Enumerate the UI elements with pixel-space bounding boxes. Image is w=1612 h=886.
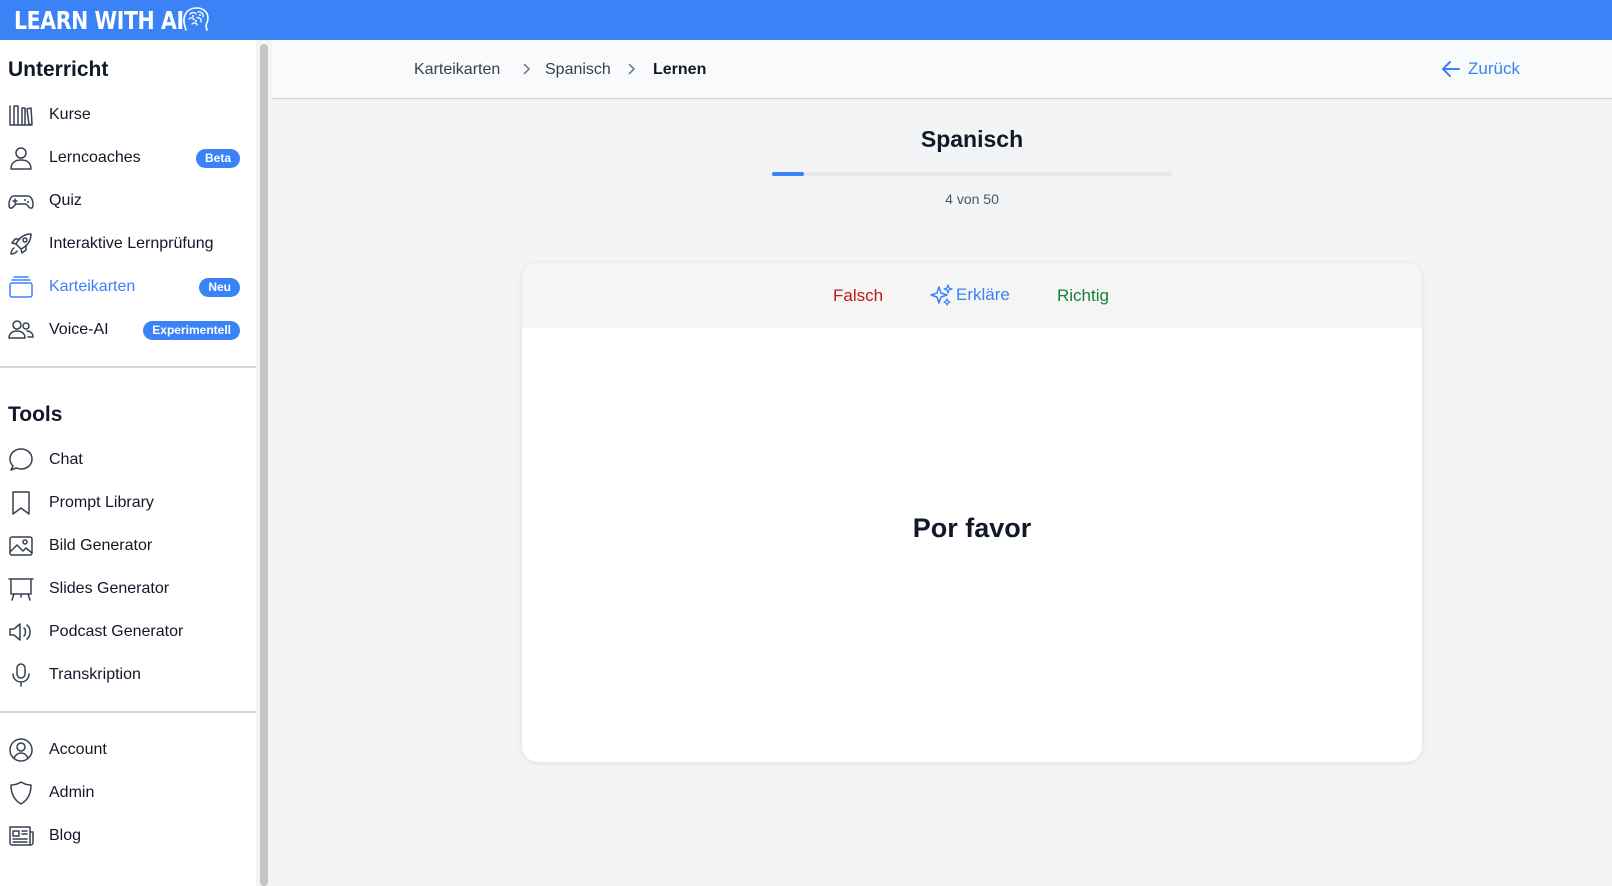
sidebar-item-chat[interactable]: Chat (0, 440, 256, 480)
wrong-button[interactable]: Falsch (833, 286, 883, 306)
sidebar-item-label: Account (49, 741, 107, 758)
progress-fill (772, 172, 804, 176)
new-badge: Neu (199, 278, 240, 297)
breadcrumb-karteikarten[interactable]: Karteikarten (414, 61, 500, 79)
sidebar-item-account[interactable]: Account (0, 730, 256, 770)
back-button[interactable]: Zurück (1440, 58, 1520, 80)
brain-head-icon (183, 7, 209, 31)
shield-icon (8, 780, 34, 806)
sidebar: Unterricht Kurse Lerncoaches Beta Quiz I… (0, 40, 256, 886)
presentation-icon (8, 576, 34, 602)
back-label: Zurück (1468, 59, 1520, 78)
flashcard-word: Por favor (912, 513, 1032, 543)
sidebar-item-label: Podcast Generator (49, 623, 184, 640)
sidebar-item-label: Voice-AI (49, 321, 109, 338)
sidebar-item-quiz[interactable]: Quiz (0, 181, 256, 221)
sidebar-item-karteikarten[interactable]: Karteikarten Neu (0, 267, 256, 307)
card-actions: Falsch Erkläre Richtig (522, 263, 1422, 328)
chat-icon (8, 447, 34, 473)
sidebar-item-podcast-generator[interactable]: Podcast Generator (0, 612, 256, 652)
breadcrumb-bar: Karteikarten Spanisch Lernen Zurück (272, 40, 1612, 99)
card-stack-icon (8, 274, 34, 300)
bookmark-icon (8, 490, 34, 516)
section-title-lessons: Unterricht (8, 58, 109, 81)
user-icon (8, 145, 34, 171)
chevron-right-icon (628, 63, 636, 75)
sidebar-item-admin[interactable]: Admin (0, 773, 256, 813)
sidebar-item-label: Prompt Library (49, 494, 154, 511)
sidebar-item-label: Interaktive Lernprüfung (49, 235, 214, 252)
users-icon (8, 317, 34, 343)
sidebar-item-label: Chat (49, 451, 83, 468)
sidebar-item-label: Bild Generator (49, 537, 153, 554)
sidebar-item-slides-generator[interactable]: Slides Generator (0, 569, 256, 609)
top-bar: LEARN WITH AI (0, 0, 1612, 40)
sidebar-item-blog[interactable]: Blog (0, 816, 256, 856)
sidebar-item-label: Slides Generator (49, 580, 170, 597)
user-circle-icon (8, 737, 34, 763)
app-logo[interactable]: LEARN WITH AI (14, 6, 184, 35)
sidebar-divider (0, 711, 256, 713)
image-icon (8, 533, 34, 559)
explain-label: Erkläre (956, 285, 1010, 304)
sidebar-item-label: Lerncoaches (49, 149, 141, 166)
progress-text: 4 von 50 (945, 191, 999, 207)
sidebar-item-transkription[interactable]: Transkription (0, 655, 256, 695)
sidebar-divider (0, 366, 256, 368)
sidebar-item-lerncoaches[interactable]: Lerncoaches Beta (0, 138, 256, 178)
breadcrumb-lernen: Lernen (653, 61, 707, 78)
right-button[interactable]: Richtig (1057, 286, 1109, 306)
progress-bar (772, 172, 1172, 176)
deck-title: Spanisch (920, 126, 1024, 152)
sidebar-item-label: Blog (49, 827, 82, 844)
sidebar-item-lernpruefung[interactable]: Interaktive Lernprüfung (0, 224, 256, 264)
microphone-icon (8, 662, 34, 688)
explain-button[interactable]: Erkläre (929, 283, 1010, 307)
sidebar-item-label: Karteikarten (49, 278, 136, 295)
sidebar-item-kurse[interactable]: Kurse (0, 95, 256, 135)
sparkles-icon (930, 284, 953, 306)
experimental-badge: Experimentell (143, 321, 240, 340)
newspaper-icon (8, 823, 34, 849)
sidebar-item-label: Quiz (49, 192, 82, 209)
sidebar-item-bild-generator[interactable]: Bild Generator (0, 526, 256, 566)
sidebar-item-label: Kurse (49, 106, 91, 123)
rocket-icon (8, 231, 34, 257)
sidebar-item-label: Transkription (49, 666, 141, 683)
speaker-icon (8, 619, 34, 645)
chevron-right-icon (523, 63, 531, 75)
beta-badge: Beta (195, 149, 240, 168)
section-title-tools: Tools (8, 403, 63, 426)
flashcard[interactable]: Falsch Erkläre Richtig Por favor (522, 263, 1422, 762)
gamepad-icon (8, 188, 34, 214)
sidebar-scrollbar-thumb[interactable] (260, 44, 268, 886)
sidebar-item-prompt-library[interactable]: Prompt Library (0, 483, 256, 523)
breadcrumb-spanisch[interactable]: Spanisch (545, 61, 611, 79)
sidebar-item-voice-ai[interactable]: Voice-AI Experimentell (0, 310, 256, 350)
library-icon (8, 102, 34, 128)
sidebar-item-label: Admin (49, 784, 95, 801)
arrow-left-icon (1442, 61, 1460, 77)
